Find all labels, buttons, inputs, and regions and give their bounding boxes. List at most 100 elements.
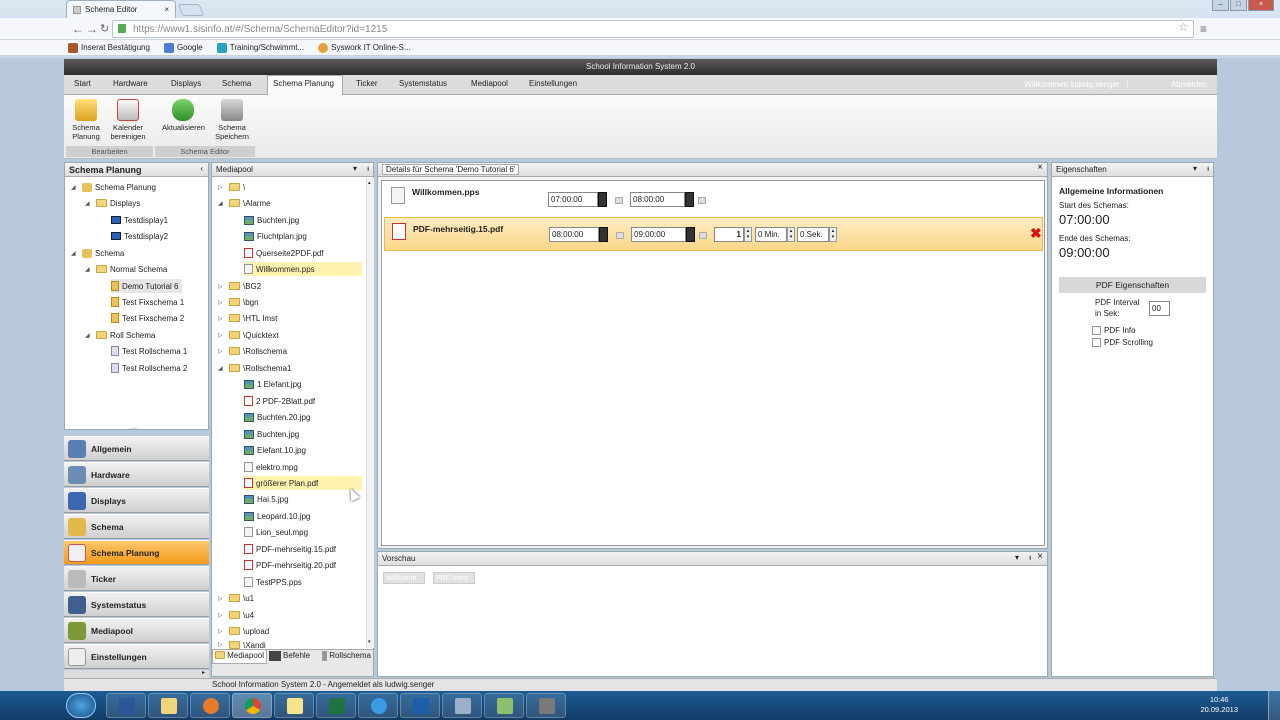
start-time-input[interactable]: 08:00:00 [549, 227, 599, 242]
nav-allgemein[interactable]: Allgemein [64, 436, 209, 461]
lock-icon[interactable] [699, 232, 707, 239]
file-item[interactable]: elektro.mpg [244, 460, 298, 474]
taskbar-outlook[interactable] [400, 693, 440, 718]
bookmark-item[interactable]: Inserat Bestätigung [68, 42, 150, 53]
start-time-input[interactable]: 07:00:00 [548, 192, 598, 207]
file-item[interactable]: Buchten.jpg [244, 213, 299, 227]
lock-icon[interactable] [616, 232, 624, 239]
maximize-button[interactable]: □ [1230, 0, 1247, 11]
minutes-spinner[interactable]: ▴ ▾ [787, 227, 795, 242]
tree-item[interactable]: Test Rollschema 1 [111, 344, 187, 358]
folder-item[interactable]: ◢ \Alarme [218, 196, 271, 210]
close-icon[interactable]: × [1037, 552, 1043, 562]
menu-icon[interactable]: ≡ [1200, 22, 1207, 36]
scroll-down-icon[interactable]: ▾ [368, 639, 371, 645]
file-item[interactable]: Buchten.20.jpg [244, 410, 310, 424]
bookmark-item[interactable]: Syswork IT Online-S... [318, 42, 411, 53]
start-button[interactable] [66, 693, 96, 718]
close-icon[interactable]: × [1037, 163, 1043, 173]
pin-icon[interactable]: ᵻ [367, 164, 369, 174]
time-picker-icon[interactable] [685, 192, 694, 207]
tree-item[interactable]: Testdisplay1 [111, 213, 168, 227]
taskbar-media[interactable] [190, 693, 230, 718]
count-input[interactable]: 1 [714, 227, 744, 242]
file-item[interactable]: Elefant.10.jpg [244, 443, 306, 457]
nav-collapse-bar[interactable]: ▸ [64, 670, 209, 678]
pin-icon[interactable]: ᵻ [1207, 164, 1209, 174]
tree-item[interactable]: Test Rollschema 2 [111, 361, 187, 375]
folder-item[interactable]: ▷ \Quicktext [218, 328, 279, 342]
bookmark-item[interactable]: Google [163, 42, 203, 53]
schema-planung-button[interactable]: Schema Planung [66, 99, 106, 141]
tree-item[interactable]: Test Fixschema 1 [111, 295, 184, 309]
back-icon[interactable]: ← [72, 22, 84, 36]
taskbar-ie[interactable] [358, 693, 398, 718]
tree-item[interactable]: ◢ Schema [71, 246, 124, 260]
time-picker-icon[interactable] [686, 227, 695, 242]
tree-item-selected[interactable]: Demo Tutorial 6 [111, 279, 183, 293]
preview-item-button[interactable]: Willkomm [383, 572, 425, 584]
tab-mediapool[interactable]: Mediapool [212, 650, 267, 664]
scroll-up-icon[interactable]: ▴ [368, 180, 371, 186]
tab-rollschema[interactable]: Rollschema [320, 650, 373, 664]
menu-start[interactable]: Start [74, 79, 91, 88]
menu-ticker[interactable]: Ticker [356, 79, 377, 88]
folder-item[interactable]: ◢ \Rollschema1 [218, 361, 291, 375]
nav-einstellungen[interactable]: Einstellungen [64, 644, 209, 669]
bookmark-item[interactable]: Training/Schwimmt... [216, 42, 304, 53]
file-item-selected[interactable]: Willkommen.pps [244, 262, 362, 276]
nav-hardware[interactable]: Hardware [64, 462, 209, 487]
logout-link[interactable]: Abmelden [1171, 80, 1207, 89]
interval-input[interactable]: 00 [1149, 301, 1170, 316]
taskbar-word[interactable] [106, 693, 146, 718]
taskbar-chrome[interactable] [232, 693, 272, 718]
menu-hardware[interactable]: Hardware [113, 79, 148, 88]
folder-item[interactable]: ▷ \BG2 [218, 279, 261, 293]
file-item[interactable]: TestPPS.pps [244, 575, 302, 589]
file-item[interactable]: Querseite2PDF.pdf [244, 246, 324, 260]
nav-systemstatus[interactable]: Systemstatus [64, 592, 209, 617]
folder-item[interactable]: ▷ \u4 [218, 608, 254, 622]
pdf-scrolling-checkbox[interactable]: PDF Scrolling [1092, 338, 1153, 348]
new-tab-button[interactable] [177, 4, 205, 16]
time-picker-icon[interactable] [598, 192, 607, 207]
seconds-input[interactable]: 0 Sek. [797, 227, 829, 242]
menu-mediapool[interactable]: Mediapool [471, 79, 508, 88]
file-item[interactable]: Lion_seul.mpg [244, 525, 308, 539]
kalender-bereinigen-button[interactable]: Kalender bereinigen [108, 99, 148, 141]
schema-speichern-button[interactable]: Schema Speichern [212, 99, 252, 141]
pdf-info-checkbox[interactable]: PDF Info [1092, 326, 1136, 336]
close-icon[interactable]: × [164, 5, 169, 14]
browser-tab[interactable]: Schema Editor × [66, 0, 176, 18]
end-time-input[interactable]: 08:00:00 [630, 192, 685, 207]
menu-schema[interactable]: Schema [222, 79, 251, 88]
menu-systemstatus[interactable]: Systemstatus [399, 79, 447, 88]
file-item[interactable]: Leopard.10.jpg [244, 509, 310, 523]
nav-mediapool[interactable]: Mediapool [64, 618, 209, 643]
splitter-grip[interactable]: .... [131, 425, 138, 431]
close-window-button[interactable]: × [1248, 0, 1274, 11]
nav-schema-planung[interactable]: Schema Planung [64, 540, 209, 565]
menu-schema-planung[interactable]: Schema Planung [273, 79, 334, 88]
taskbar-app[interactable] [526, 693, 566, 718]
nav-schema[interactable]: Schema [64, 514, 209, 539]
delete-icon[interactable]: ✖ [1030, 225, 1042, 242]
folder-item[interactable]: ▷ \upload [218, 624, 269, 638]
schedule-row[interactable]: Willkommen.pps 07:00:00 08:00:00 [382, 181, 1044, 213]
pin-icon[interactable]: ᵻ [1029, 553, 1031, 563]
taskbar-explorer[interactable] [148, 693, 188, 718]
file-item[interactable]: Buchten.jpg [244, 427, 299, 441]
folder-item[interactable]: ▷ \Rollschema [218, 344, 287, 358]
preview-item-button[interactable]: PDF-mehr [433, 572, 475, 584]
end-time-input[interactable]: 09:00:00 [631, 227, 686, 242]
clock[interactable]: 10:46 20.09.2013 [1200, 695, 1238, 715]
file-item[interactable]: PDF-mehrseitig.15.pdf [244, 542, 336, 556]
tab-befehle[interactable]: Befehle [267, 650, 320, 664]
seconds-spinner[interactable]: ▴ ▾ [829, 227, 837, 242]
count-spinner[interactable]: ▴ ▾ [744, 227, 752, 242]
tree-item[interactable]: Test Fixschema 2 [111, 311, 184, 325]
collapse-icon[interactable]: ‹ [200, 164, 203, 174]
minimize-button[interactable]: – [1212, 0, 1229, 11]
reload-icon[interactable]: ↻ [100, 22, 109, 35]
tree-item[interactable]: ◢ Displays [85, 196, 140, 210]
